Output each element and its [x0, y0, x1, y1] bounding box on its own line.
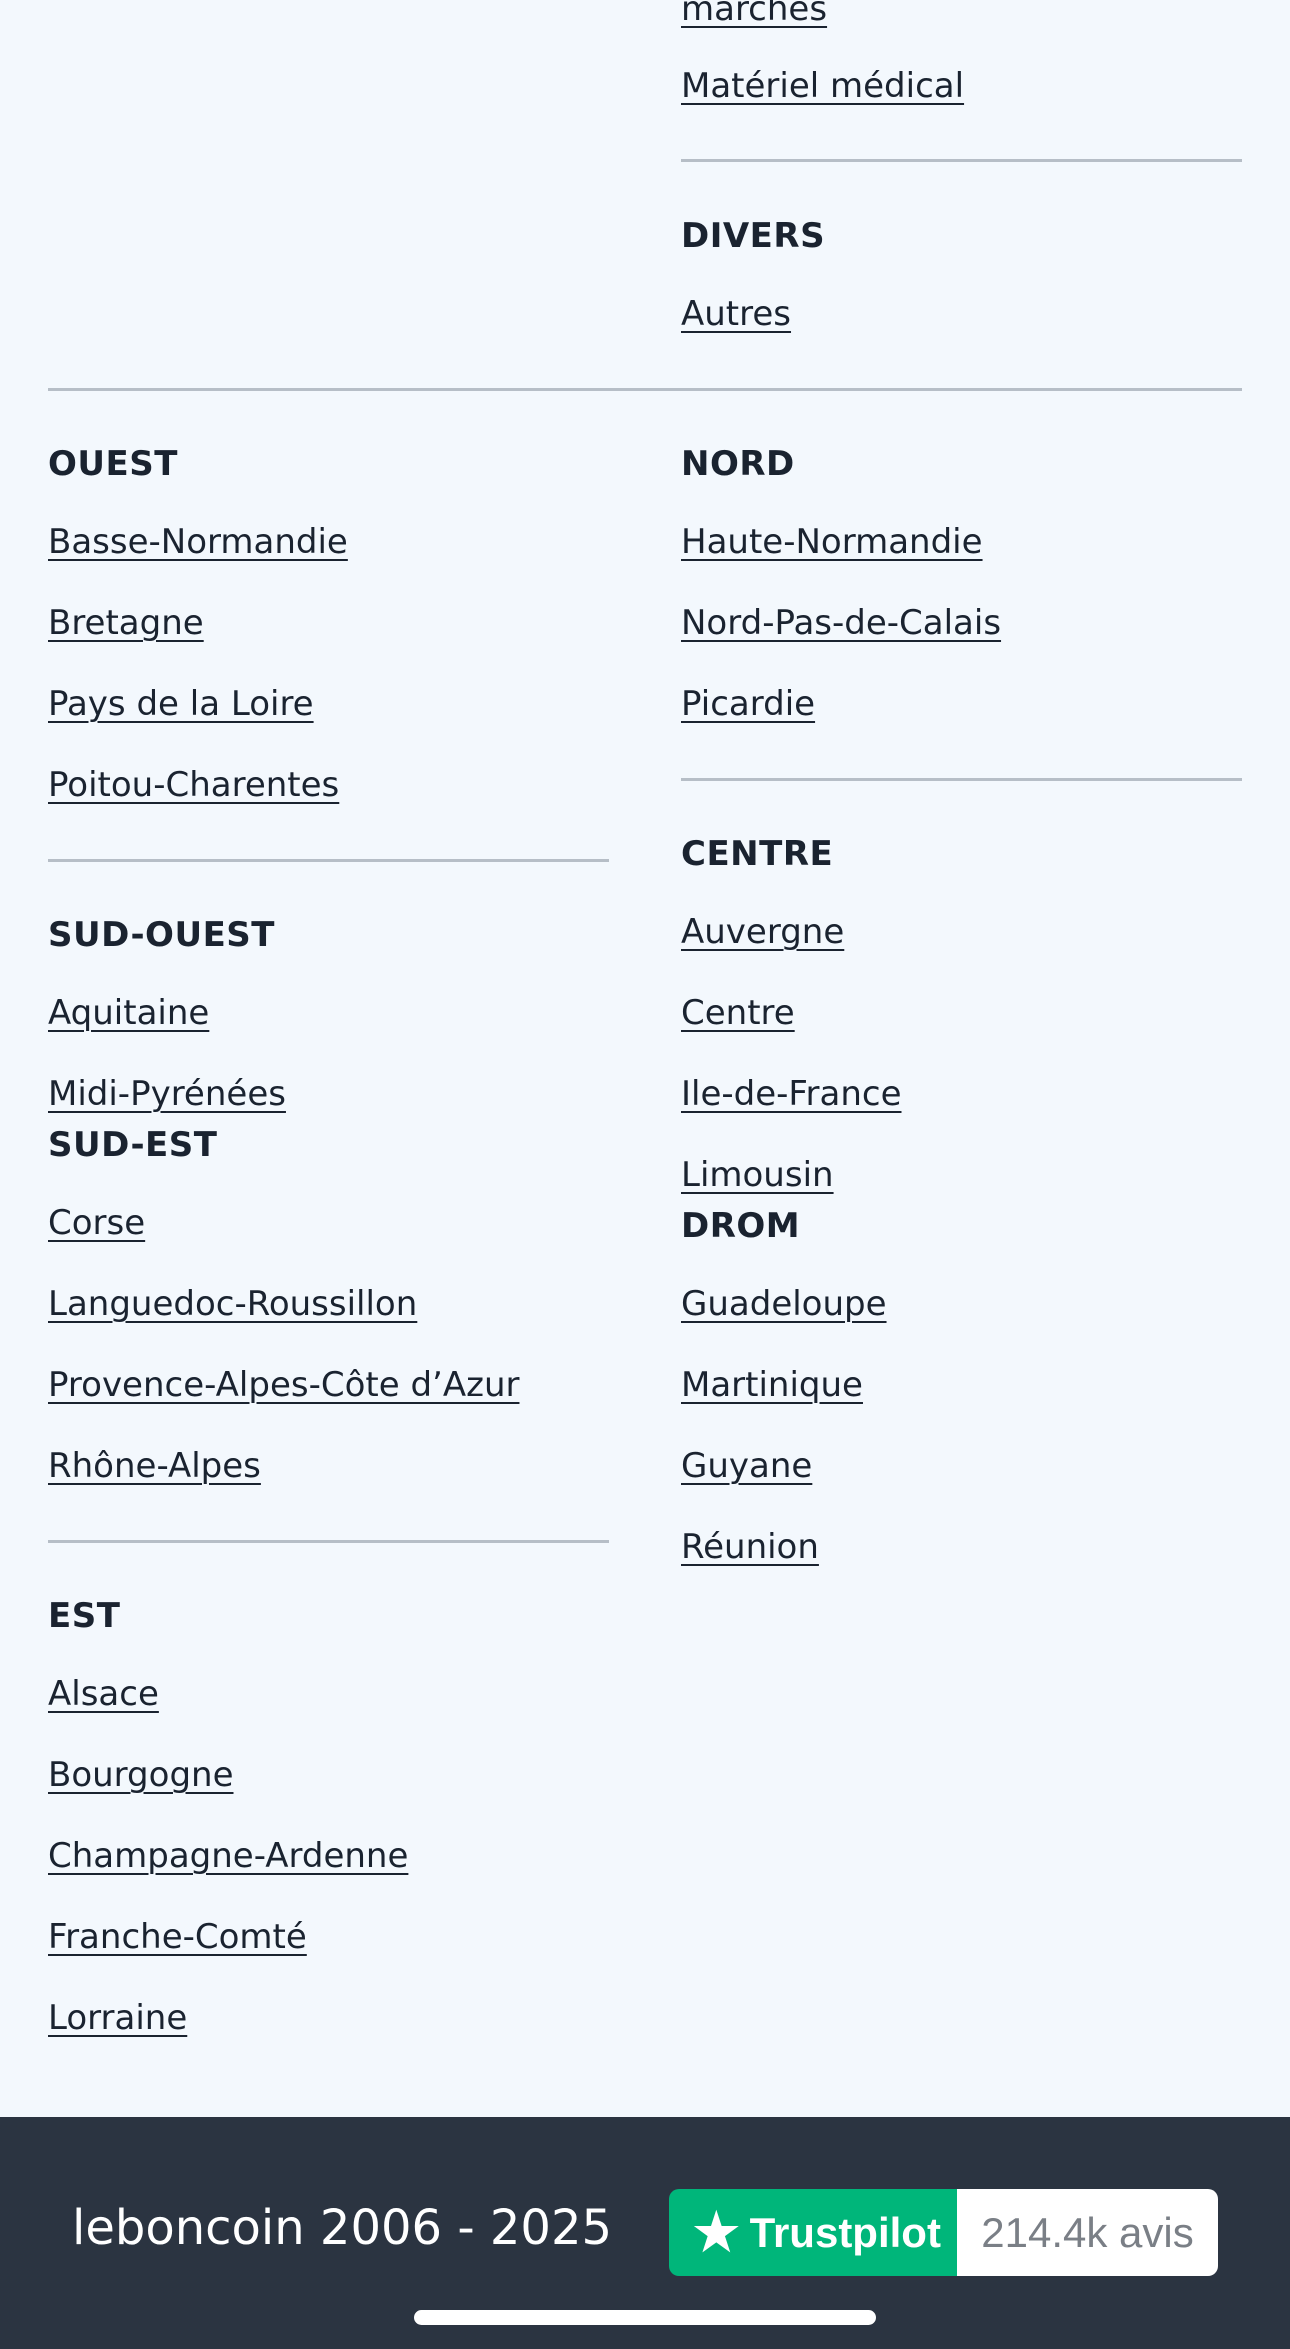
link-guadeloupe[interactable]: Guadeloupe [681, 1283, 887, 1325]
link-materiel-medical[interactable]: Matériel médical [681, 65, 964, 107]
trustpilot-label: Trustpilot [749, 2208, 941, 2256]
link-marches[interactable]: marchés [681, 0, 827, 30]
divider [48, 859, 609, 862]
heading-drom: DROM [681, 1206, 801, 1246]
link-basse-normandie[interactable]: Basse-Normandie [48, 521, 348, 563]
link-poitou-charentes[interactable]: Poitou-Charentes [48, 764, 339, 806]
heading-divers: DIVERS [681, 216, 826, 256]
divider-full [48, 388, 1242, 391]
divider [681, 778, 1242, 781]
link-martinique[interactable]: Martinique [681, 1364, 863, 1406]
star-icon: ★ [693, 2203, 740, 2262]
trustpilot-brand: ★ Trustpilot [669, 2189, 957, 2276]
page: marchés Matériel médical DIVERS Autres O… [0, 0, 1290, 2349]
link-autres[interactable]: Autres [681, 293, 791, 335]
link-lorraine[interactable]: Lorraine [48, 1997, 187, 2039]
trustpilot-widget[interactable]: ★ Trustpilot 214.4k avis [669, 2189, 1218, 2276]
link-pays-de-la-loire[interactable]: Pays de la Loire [48, 683, 314, 725]
link-auvergne[interactable]: Auvergne [681, 911, 844, 953]
link-alsace[interactable]: Alsace [48, 1673, 159, 1715]
link-guyane[interactable]: Guyane [681, 1445, 812, 1487]
link-picardie[interactable]: Picardie [681, 683, 815, 725]
trustpilot-review-count: 214.4k avis [957, 2189, 1218, 2276]
link-franche-comte[interactable]: Franche-Comté [48, 1916, 307, 1958]
link-centre[interactable]: Centre [681, 992, 795, 1034]
heading-est: EST [48, 1596, 121, 1636]
heading-sud-est: SUD-EST [48, 1125, 218, 1165]
divider [48, 1540, 609, 1543]
link-nord-pas-de-calais[interactable]: Nord-Pas-de-Calais [681, 602, 1001, 644]
link-bourgogne[interactable]: Bourgogne [48, 1754, 234, 1796]
home-indicator [414, 2310, 876, 2325]
link-midi-pyrenees[interactable]: Midi-Pyrénées [48, 1073, 286, 1115]
link-bretagne[interactable]: Bretagne [48, 602, 204, 644]
link-reunion[interactable]: Réunion [681, 1526, 819, 1568]
link-champagne-ardenne[interactable]: Champagne-Ardenne [48, 1835, 408, 1877]
link-haute-normandie[interactable]: Haute-Normandie [681, 521, 983, 563]
link-limousin[interactable]: Limousin [681, 1154, 834, 1196]
link-provence-alpes-cote-dazur[interactable]: Provence-Alpes-Côte d’Azur [48, 1364, 519, 1406]
divider [681, 159, 1242, 162]
link-aquitaine[interactable]: Aquitaine [48, 992, 209, 1034]
link-rhone-alpes[interactable]: Rhône-Alpes [48, 1445, 261, 1487]
link-corse[interactable]: Corse [48, 1202, 145, 1244]
link-languedoc-roussillon[interactable]: Languedoc-Roussillon [48, 1283, 417, 1325]
copyright-text: leboncoin 2006 - 2025 [72, 2200, 613, 2256]
heading-nord: NORD [681, 444, 795, 484]
heading-ouest: OUEST [48, 444, 178, 484]
link-ile-de-france[interactable]: Ile-de-France [681, 1073, 902, 1115]
heading-sud-ouest: SUD-OUEST [48, 915, 275, 955]
heading-centre: CENTRE [681, 834, 834, 874]
